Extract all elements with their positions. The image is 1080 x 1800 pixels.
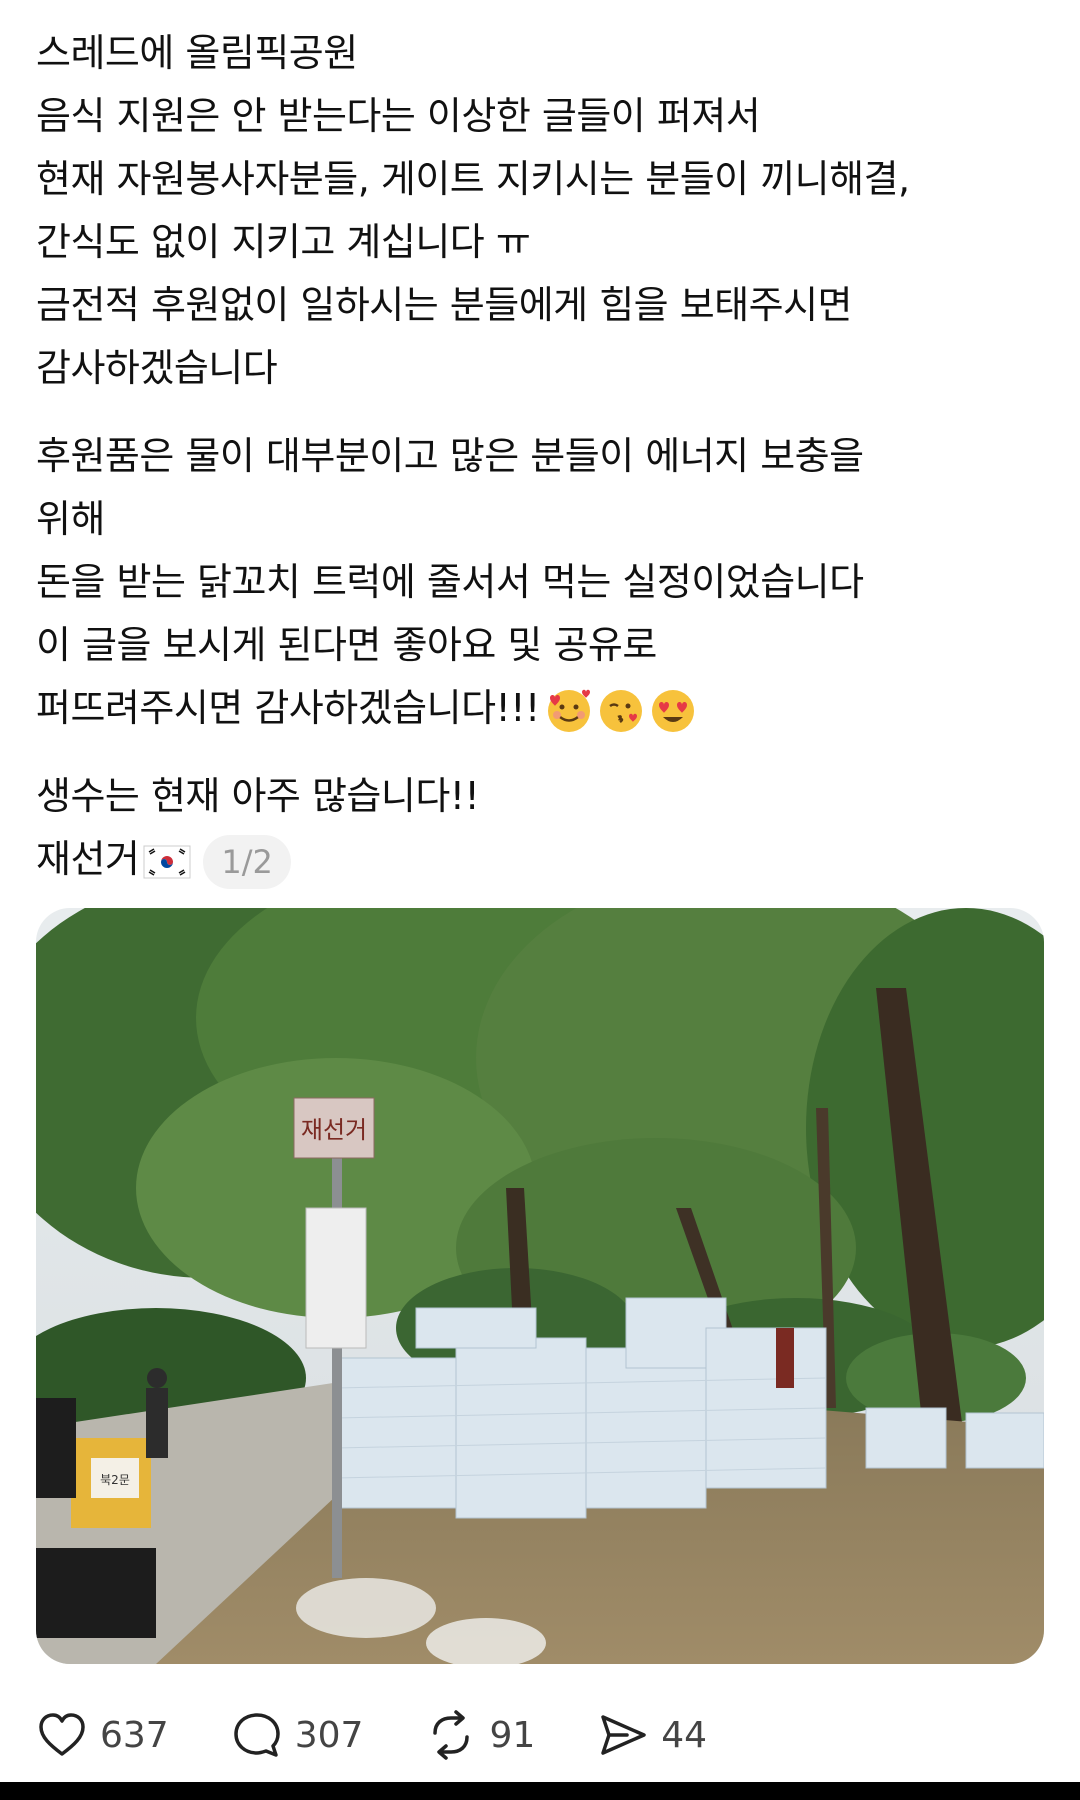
comment-icon [233, 1713, 280, 1757]
post-body: 스레드에 올림픽공원 음식 지원은 안 받는다는 이상한 글들이 퍼져서 현재 … [36, 22, 1046, 891]
repost-icon [433, 1710, 470, 1760]
photo-sign-text: 재선거 [301, 1116, 367, 1144]
post-line: 위해 [36, 497, 105, 541]
emoji-group [544, 686, 698, 736]
post-line-text: 퍼뜨려주시면 감사하겠습니다!!! [36, 686, 540, 730]
post-line: 돈을 받는 닭꼬치 트럭에 줄서서 먹는 실정이었습니다 [36, 560, 864, 604]
system-bottom-bar [0, 1782, 1080, 1800]
face-blowing-kiss-icon [599, 689, 642, 732]
post-line: 간식도 없이 지키고 계십니다 ㅠ [36, 220, 531, 264]
like-count: 637 [100, 1714, 169, 1756]
smiling-face-with-hearts-icon [547, 689, 590, 732]
post-line-with-flag: 재선거 1/2 [36, 828, 1046, 891]
post-line: 금전적 후원없이 일하시는 분들에게 힘을 보태주시면 [36, 283, 853, 327]
photo-banner-text: 북2문 [100, 1473, 130, 1487]
post-line: 현재 자원봉사자분들, 게이트 지키시는 분들이 끼니해결, [36, 157, 910, 201]
post-line: 후원품은 물이 대부분이고 많은 분들이 에너지 보충을 [36, 434, 864, 478]
image-counter-badge: 1/2 [203, 834, 291, 889]
post-line: 감사하겠습니다 [36, 346, 278, 390]
comment-button[interactable]: 307 [231, 1709, 364, 1761]
park-water-bottles-photo: 재선거 북2문 [36, 908, 1044, 1664]
post-line-with-emoji: 퍼뜨려주시면 감사하겠습니다!!! [36, 677, 1046, 740]
heart-icon [39, 1713, 85, 1756]
share-count: 44 [661, 1714, 708, 1756]
south-korea-flag-icon [143, 845, 191, 878]
post-photo[interactable]: 재선거 북2문 [36, 908, 1044, 1664]
heart-eyes-icon [651, 689, 694, 732]
post-line: 생수는 현재 아주 많습니다!! [36, 774, 480, 818]
post-line: 스레드에 올림픽공원 [36, 31, 358, 75]
comment-count: 307 [294, 1714, 364, 1756]
repost-count: 91 [489, 1714, 536, 1756]
post-line: 이 글을 보시게 된다면 좋아요 및 공유로 [36, 623, 657, 667]
action-bar: 637 307 91 44 [36, 1705, 769, 1765]
repost-button[interactable]: 91 [425, 1709, 535, 1761]
share-button[interactable]: 44 [597, 1709, 707, 1761]
post-line-text: 재선거 [36, 837, 140, 881]
like-button[interactable]: 637 [36, 1709, 169, 1761]
post-line: 음식 지원은 안 받는다는 이상한 글들이 퍼져서 [36, 94, 761, 138]
send-icon [601, 1715, 646, 1755]
